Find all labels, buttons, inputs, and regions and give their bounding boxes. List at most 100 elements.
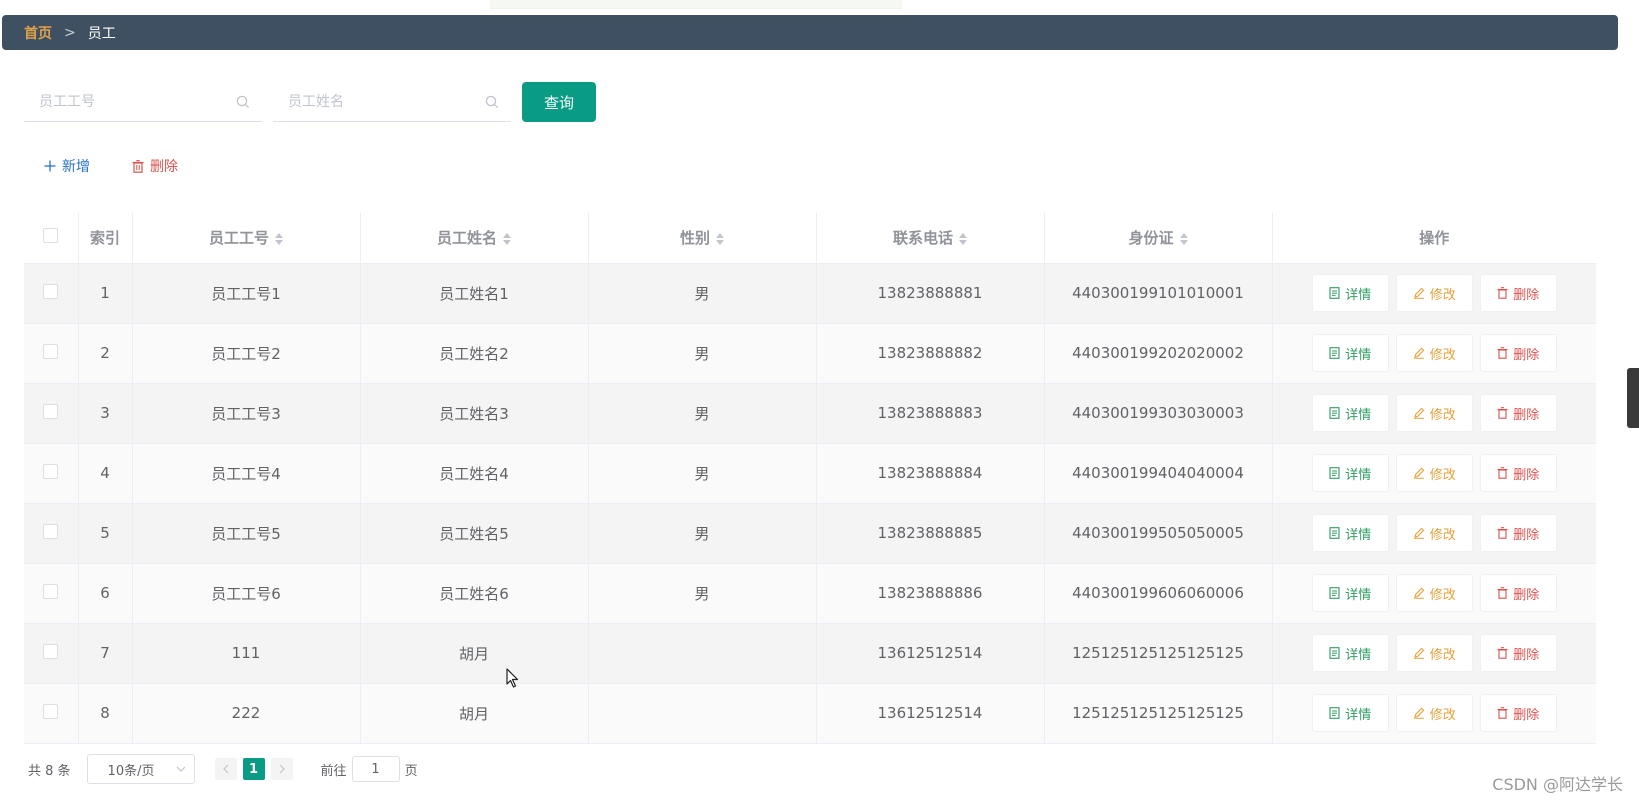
query-button[interactable]: 查询 xyxy=(522,82,596,122)
row-select-cell[interactable] xyxy=(24,443,79,504)
detail-button[interactable]: 详情 xyxy=(1311,634,1389,672)
row-select-cell[interactable] xyxy=(24,263,79,324)
cell-index: 7 xyxy=(78,623,133,684)
table-row[interactable]: 7 111 胡月 13612512514 125125125125125125 详情 修改 删… xyxy=(24,623,1596,684)
edit-button[interactable]: 修改 xyxy=(1395,574,1473,612)
delete-button[interactable]: 删除 xyxy=(1479,394,1557,432)
delete-button[interactable]: 删除 xyxy=(1479,574,1557,612)
cell-ops: 详情 修改 删除 xyxy=(1272,623,1596,684)
edit-button-label: 修改 xyxy=(1429,467,1456,483)
table-row[interactable]: 6 员工工号6 员工姓名6 男 13823888886 44030019960606000… xyxy=(24,563,1597,624)
header-emp-name[interactable]: 员工姓名 xyxy=(360,213,589,264)
table-row[interactable]: 8 222 胡月 13612512514 125125125125125125 详情 修改 删… xyxy=(24,683,1596,744)
prev-page-button[interactable] xyxy=(214,758,237,780)
row-checkbox[interactable] xyxy=(43,343,59,359)
table-row[interactable]: 1 员工工号1 员工姓名1 男 13823888881 44030019910101000… xyxy=(24,263,1596,324)
delete-button-label: 删除 xyxy=(1513,467,1540,483)
row-select-cell[interactable] xyxy=(24,503,79,564)
sort-caret-icon[interactable] xyxy=(959,232,967,246)
table-row[interactable]: 3 员工工号3 员工姓名3 男 13823888883 44030019930303000… xyxy=(24,383,1597,444)
edit-button-label: 修改 xyxy=(1429,407,1456,423)
table-row[interactable]: 2 员工工号2 员工姓名2 男 13823888882 44030019920202000… xyxy=(24,323,1597,384)
header-emp-id[interactable]: 员工工号 xyxy=(132,213,361,264)
cell-emp-id: 员工工号2 xyxy=(132,323,361,384)
cell-id-card: 440300199606060006 xyxy=(1044,563,1273,624)
sort-caret-icon[interactable] xyxy=(1179,232,1188,246)
edit-button[interactable]: 修改 xyxy=(1395,394,1473,432)
row-checkbox[interactable] xyxy=(43,583,59,599)
emp-id-search-input[interactable] xyxy=(24,82,262,121)
detail-button[interactable]: 详情 xyxy=(1311,274,1389,312)
delete-button[interactable]: 删除 xyxy=(1479,634,1557,672)
detail-button[interactable]: 详情 xyxy=(1311,394,1389,432)
detail-button[interactable]: 详情 xyxy=(1311,574,1389,612)
row-ops: 详情 修改 删除 xyxy=(1273,574,1597,612)
delete-button[interactable]: 删除 xyxy=(1479,694,1557,732)
side-drawer-handle[interactable] xyxy=(1627,368,1639,428)
detail-button[interactable]: 详情 xyxy=(1311,514,1389,552)
breadcrumb-home-link[interactable]: 首页 xyxy=(24,23,52,43)
row-checkbox[interactable] xyxy=(43,463,59,479)
edit-button[interactable]: 修改 xyxy=(1395,514,1473,552)
detail-button[interactable]: 详情 xyxy=(1311,694,1389,732)
detail-button[interactable]: 详情 xyxy=(1311,334,1389,372)
add-button[interactable]: 新增 xyxy=(44,156,90,176)
batch-delete-button[interactable]: 删除 xyxy=(132,156,178,176)
row-select-cell[interactable] xyxy=(24,683,79,744)
row-select-cell[interactable] xyxy=(24,323,79,384)
row-checkbox[interactable] xyxy=(43,283,59,299)
sort-caret-icon[interactable] xyxy=(716,232,724,246)
header-emp-name-label: 员工姓名 xyxy=(436,229,497,248)
sort-caret-icon[interactable] xyxy=(275,232,283,246)
row-select-cell[interactable] xyxy=(24,623,79,684)
goto-page-input[interactable] xyxy=(351,756,400,782)
table-row[interactable]: 5 员工工号5 员工姓名5 男 13823888885 44030019950505000… xyxy=(24,503,1596,564)
header-id-card[interactable]: 身份证 xyxy=(1044,213,1273,264)
cell-id-card: 125125125125125125 xyxy=(1044,623,1273,684)
header-gender[interactable]: 性别 xyxy=(588,213,817,264)
row-checkbox[interactable] xyxy=(43,403,59,419)
row-ops: 详情 修改 删除 xyxy=(1273,394,1597,432)
top-notice-strip xyxy=(490,0,902,9)
cell-gender: 男 xyxy=(588,503,817,564)
table-row[interactable]: 4 员工工号4 员工姓名4 男 13823888884 44030019940404000… xyxy=(24,443,1596,504)
header-ops-label: 操作 xyxy=(1419,229,1450,248)
next-page-button[interactable] xyxy=(270,758,293,780)
row-checkbox[interactable] xyxy=(43,643,59,659)
document-icon xyxy=(1329,467,1340,479)
delete-button[interactable]: 删除 xyxy=(1479,454,1557,492)
select-all-checkbox[interactable] xyxy=(43,228,59,244)
sort-caret-icon[interactable] xyxy=(503,232,511,246)
edit-button[interactable]: 修改 xyxy=(1395,274,1473,312)
cell-phone: 13823888886 xyxy=(816,563,1045,624)
edit-button[interactable]: 修改 xyxy=(1395,334,1473,372)
edit-button[interactable]: 修改 xyxy=(1395,694,1473,732)
emp-name-search-input[interactable] xyxy=(273,82,511,121)
row-select-cell[interactable] xyxy=(24,563,79,624)
trash-icon xyxy=(1497,587,1508,599)
edit-button-label: 修改 xyxy=(1429,347,1456,363)
page-number-current[interactable]: 1 xyxy=(242,758,265,780)
pencil-icon xyxy=(1413,587,1425,599)
detail-button[interactable]: 详情 xyxy=(1311,454,1389,492)
employee-page: 首页 > 员工 查询 新增 删除 索引 xyxy=(0,0,1639,800)
row-checkbox[interactable] xyxy=(43,523,59,539)
header-phone[interactable]: 联系电话 xyxy=(816,213,1045,264)
header-phone-label: 联系电话 xyxy=(892,229,953,248)
cell-id-card: 440300199303030003 xyxy=(1044,383,1273,444)
delete-button[interactable]: 删除 xyxy=(1479,274,1557,312)
row-checkbox[interactable] xyxy=(43,703,59,719)
cell-id-card: 440300199101010001 xyxy=(1044,263,1273,324)
header-select-all[interactable] xyxy=(24,213,79,264)
page-size-select[interactable]: 10条/页 xyxy=(86,754,195,784)
row-ops: 详情 修改 删除 xyxy=(1273,334,1597,372)
cell-phone: 13612512514 xyxy=(816,683,1045,744)
watermark: CSDN @阿达学长 xyxy=(1492,775,1623,794)
detail-button-label: 详情 xyxy=(1345,587,1372,603)
row-select-cell[interactable] xyxy=(24,383,79,444)
goto-label: 前往 xyxy=(320,763,347,779)
delete-button[interactable]: 删除 xyxy=(1479,334,1557,372)
edit-button[interactable]: 修改 xyxy=(1395,454,1473,492)
delete-button[interactable]: 删除 xyxy=(1479,514,1557,552)
edit-button[interactable]: 修改 xyxy=(1395,634,1473,672)
